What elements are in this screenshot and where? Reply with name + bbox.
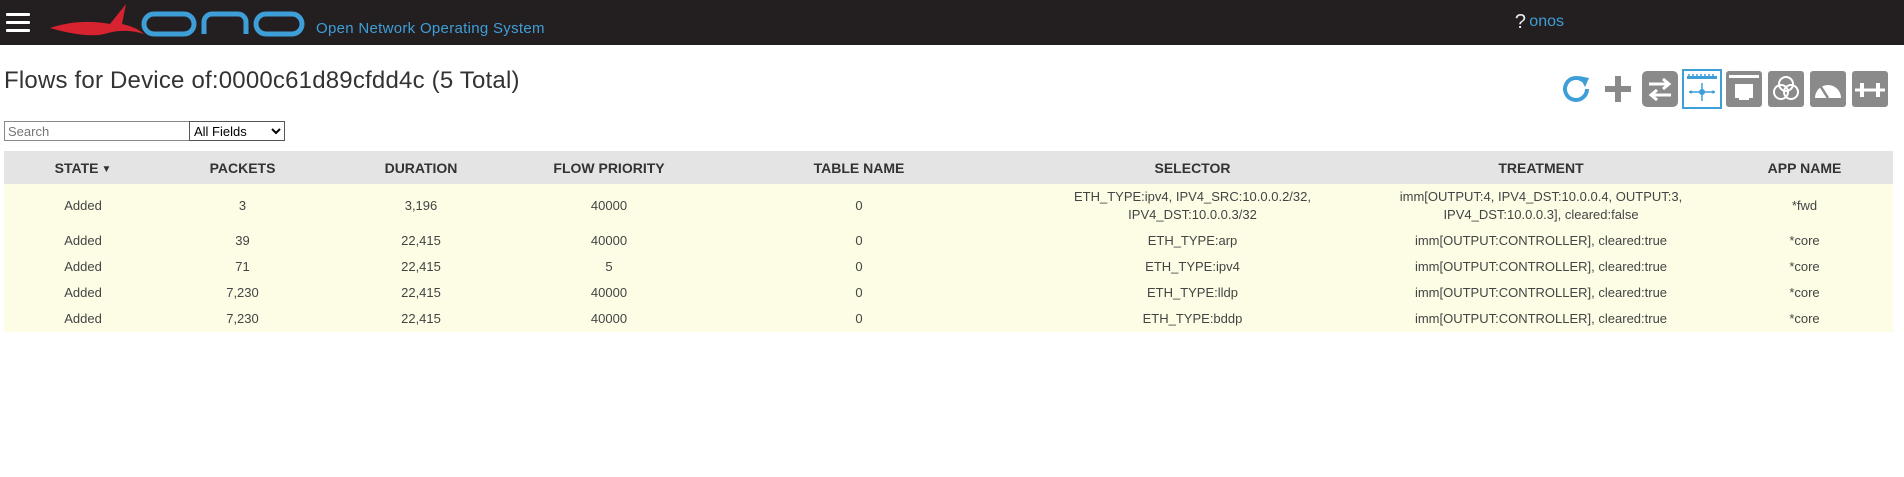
- table-row[interactable]: Added 7,230 22,415 40000 0 ETH_TYPE:lldp…: [4, 280, 1893, 306]
- cell-selector: ETH_TYPE:ipv4: [1019, 254, 1366, 280]
- cell-table-name: 0: [699, 306, 1019, 332]
- cell-state: Added: [4, 280, 162, 306]
- table-row[interactable]: Added 3 3,196 40000 0 ETH_TYPE:ipv4, IPV…: [4, 184, 1893, 228]
- groups-view-button[interactable]: [1767, 70, 1805, 108]
- column-header-label: STATE: [54, 159, 99, 176]
- pipeconf-view-button[interactable]: [1851, 70, 1889, 108]
- refresh-button[interactable]: [1557, 70, 1595, 108]
- switch-icon: [1642, 71, 1678, 107]
- cell-priority: 40000: [519, 184, 699, 228]
- ports-icon: [1726, 71, 1762, 107]
- cell-duration: 22,415: [323, 254, 519, 280]
- column-header-flow-priority[interactable]: FLOW PRIORITY: [519, 151, 699, 184]
- column-header-table-name[interactable]: TABLE NAME: [699, 151, 1019, 184]
- cell-selector: ETH_TYPE:lldp: [1019, 280, 1366, 306]
- cell-duration: 22,415: [323, 280, 519, 306]
- cell-selector: ETH_TYPE:arp: [1019, 228, 1366, 254]
- cell-treatment: imm[OUTPUT:CONTROLLER], cleared:true: [1366, 280, 1716, 306]
- cell-packets: 3: [162, 184, 323, 228]
- onos-logo: [50, 4, 305, 37]
- cell-state: Added: [4, 228, 162, 254]
- cell-packets: 7,230: [162, 306, 323, 332]
- cell-state: Added: [4, 184, 162, 228]
- cell-priority: 40000: [519, 280, 699, 306]
- table-header-row: STATE ▼ PACKETS DURATION FLOW PRIORITY TA…: [4, 151, 1893, 184]
- cell-priority: 40000: [519, 228, 699, 254]
- column-header-state[interactable]: STATE ▼: [4, 151, 162, 184]
- meters-icon: [1810, 71, 1846, 107]
- cell-duration: 22,415: [323, 228, 519, 254]
- cell-state: Added: [4, 254, 162, 280]
- top-navigation-bar: Open Network Operating System ? onos: [0, 0, 1904, 45]
- cell-priority: 5: [519, 254, 699, 280]
- column-header-selector[interactable]: SELECTOR: [1019, 151, 1366, 184]
- device-view-button[interactable]: [1641, 70, 1679, 108]
- cell-packets: 7,230: [162, 280, 323, 306]
- flows-view-button[interactable]: [1682, 69, 1722, 109]
- flows-icon: [1687, 74, 1717, 101]
- column-header-app-name[interactable]: APP NAME: [1716, 151, 1893, 184]
- cell-table-name: 0: [699, 228, 1019, 254]
- cell-table-name: 0: [699, 254, 1019, 280]
- column-header-packets[interactable]: PACKETS: [162, 151, 323, 184]
- cell-packets: 71: [162, 254, 323, 280]
- help-icon[interactable]: ?: [1515, 11, 1526, 34]
- search-field-select[interactable]: All Fields: [189, 121, 285, 141]
- pipeconf-icon: [1852, 71, 1888, 107]
- cell-treatment: imm[OUTPUT:CONTROLLER], cleared:true: [1366, 306, 1716, 332]
- cell-app-name: *core: [1716, 228, 1893, 254]
- logo-subtitle: Open Network Operating System: [316, 20, 545, 37]
- cell-table-name: 0: [699, 280, 1019, 306]
- page-title: Flows for Device of:0000c61d89cfdd4c (5 …: [4, 67, 520, 94]
- cell-state: Added: [4, 306, 162, 332]
- meters-view-button[interactable]: [1809, 70, 1847, 108]
- cell-app-name: *core: [1716, 306, 1893, 332]
- add-button[interactable]: [1599, 70, 1637, 108]
- treatment-line: IPV4_DST:10.0.0.3], cleared:false: [1443, 207, 1639, 222]
- selector-line: IPV4_DST:10.0.0.3/32: [1128, 207, 1257, 222]
- cell-app-name: *core: [1716, 280, 1893, 306]
- cell-selector: ETH_TYPE:bddp: [1019, 306, 1366, 332]
- table-row[interactable]: Added 39 22,415 40000 0 ETH_TYPE:arp imm…: [4, 228, 1893, 254]
- cell-app-name: *fwd: [1716, 184, 1893, 228]
- column-header-treatment[interactable]: TREATMENT: [1366, 151, 1716, 184]
- add-icon: [1605, 76, 1631, 102]
- ports-view-button[interactable]: [1725, 70, 1763, 108]
- table-row[interactable]: Added 71 22,415 5 0 ETH_TYPE:ipv4 imm[OU…: [4, 254, 1893, 280]
- cell-treatment: imm[OUTPUT:4, IPV4_DST:10.0.0.4, OUTPUT:…: [1366, 184, 1716, 228]
- selector-line: ETH_TYPE:ipv4, IPV4_SRC:10.0.0.2/32,: [1073, 189, 1311, 204]
- groups-icon: [1768, 71, 1804, 107]
- cell-priority: 40000: [519, 306, 699, 332]
- cell-treatment: imm[OUTPUT:CONTROLLER], cleared:true: [1366, 228, 1716, 254]
- cell-app-name: *core: [1716, 254, 1893, 280]
- refresh-icon: [1563, 76, 1589, 102]
- cell-table-name: 0: [699, 184, 1019, 228]
- cell-packets: 39: [162, 228, 323, 254]
- flows-table: STATE ▼ PACKETS DURATION FLOW PRIORITY TA…: [4, 151, 1893, 332]
- cell-treatment: imm[OUTPUT:CONTROLLER], cleared:true: [1366, 254, 1716, 280]
- hamburger-menu-icon[interactable]: [6, 13, 30, 33]
- treatment-line: imm[OUTPUT:4, IPV4_DST:10.0.0.4, OUTPUT:…: [1399, 189, 1683, 204]
- search-input[interactable]: [4, 121, 190, 141]
- user-menu[interactable]: onos: [1529, 13, 1564, 31]
- column-header-duration[interactable]: DURATION: [323, 151, 519, 184]
- cell-selector: ETH_TYPE:ipv4, IPV4_SRC:10.0.0.2/32, IPV…: [1019, 184, 1366, 228]
- sort-descending-icon: ▼: [101, 163, 112, 175]
- cell-duration: 22,415: [323, 306, 519, 332]
- table-row[interactable]: Added 7,230 22,415 40000 0 ETH_TYPE:bddp…: [4, 306, 1893, 332]
- cell-duration: 3,196: [323, 184, 519, 228]
